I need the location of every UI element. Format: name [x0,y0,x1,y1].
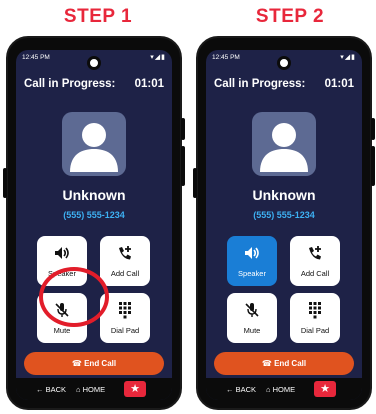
end-call-label: End Call [84,359,117,368]
call-screen: 12:45 PM ▾◢▮ Call in Progress: 01:01 Unk… [16,50,172,400]
call-status-label: Call in Progress: [24,78,116,90]
star-icon[interactable]: ★ [124,381,146,397]
end-call-button[interactable]: ☎ End Call [214,352,354,375]
step-1-title: STEP 1 [63,6,133,27]
signal-battery-icon: ▾◢▮ [340,54,356,61]
power-button [371,118,375,140]
dial-pad-label: Dial Pad [110,326,140,335]
end-call-label: End Call [274,359,307,368]
home-icon: ⌂ [76,385,81,394]
home-icon: ⌂ [266,385,271,394]
back-label: BACK [235,385,257,394]
home-nav-button[interactable]: ⌂ HOME [266,385,295,394]
dial-pad-icon [290,301,340,319]
back-arrow-icon: ← [226,385,234,394]
bottom-nav: ← BACK ⌂ HOME ★ [16,378,172,400]
power-button [181,118,185,140]
signal-battery-icon: ▾◢▮ [150,54,166,61]
phone-step-2: 12:45 PM ▾◢▮ Call in Progress: 01:01 Unk… [193,36,375,410]
camera-notch [87,56,101,70]
speaker-icon [227,244,277,262]
back-label: BACK [45,385,67,394]
side-button [371,146,375,186]
speaker-icon [37,244,87,262]
end-call-button[interactable]: ☎ End Call [24,352,164,375]
caller-number: (555) 555-1234 [253,210,315,220]
contact-avatar-icon [62,112,126,176]
caller-name: Unknown [252,187,316,203]
step-2-title: STEP 2 [255,6,325,27]
speaker-label: Speaker [238,269,266,278]
call-timer: 01:01 [324,78,354,90]
call-screen: 12:45 PM ▾◢▮ Call in Progress: 01:01 Unk… [206,50,362,400]
mute-label: Mute [243,326,261,335]
add-call-icon [290,244,340,262]
phone-step-1: 12:45 PM ▾◢▮ Call in Progress: 01:01 Unk… [3,36,185,410]
mute-label: Mute [53,326,71,335]
mute-icon [227,301,277,319]
status-time: 12:45 PM [22,54,50,61]
highlight-ring [39,267,109,327]
back-arrow-icon: ← [36,385,44,394]
status-time: 12:45 PM [212,54,240,61]
add-call-label: Add Call [300,269,330,278]
back-nav-button[interactable]: ← BACK [226,385,256,394]
home-label: HOME [82,385,106,394]
call-header: Call in Progress: 01:01 [24,78,164,90]
call-status-label: Call in Progress: [214,78,306,90]
star-icon[interactable]: ★ [314,381,336,397]
bottom-nav: ← BACK ⌂ HOME ★ [206,378,362,400]
hang-up-icon: ☎ [261,359,272,368]
mute-button[interactable]: Mute [227,293,277,343]
home-nav-button[interactable]: ⌂ HOME [76,385,105,394]
back-nav-button[interactable]: ← BACK [36,385,66,394]
dial-pad-label: Dial Pad [300,326,330,335]
add-call-icon [100,244,150,262]
caller-number: (555) 555-1234 [63,210,125,220]
hang-up-icon: ☎ [71,359,82,368]
caller-name: Unknown [62,187,126,203]
side-button [181,146,185,186]
add-call-label: Add Call [110,269,140,278]
call-header: Call in Progress: 01:01 [214,78,354,90]
speaker-button[interactable]: Speaker [227,236,277,286]
contact-avatar-icon [252,112,316,176]
home-label: HOME [272,385,296,394]
add-call-button[interactable]: Add Call [100,236,150,286]
volume-button [3,168,7,198]
volume-button [193,168,197,198]
add-call-button[interactable]: Add Call [290,236,340,286]
call-timer: 01:01 [134,78,164,90]
camera-notch [277,56,291,70]
dial-pad-button[interactable]: Dial Pad [290,293,340,343]
